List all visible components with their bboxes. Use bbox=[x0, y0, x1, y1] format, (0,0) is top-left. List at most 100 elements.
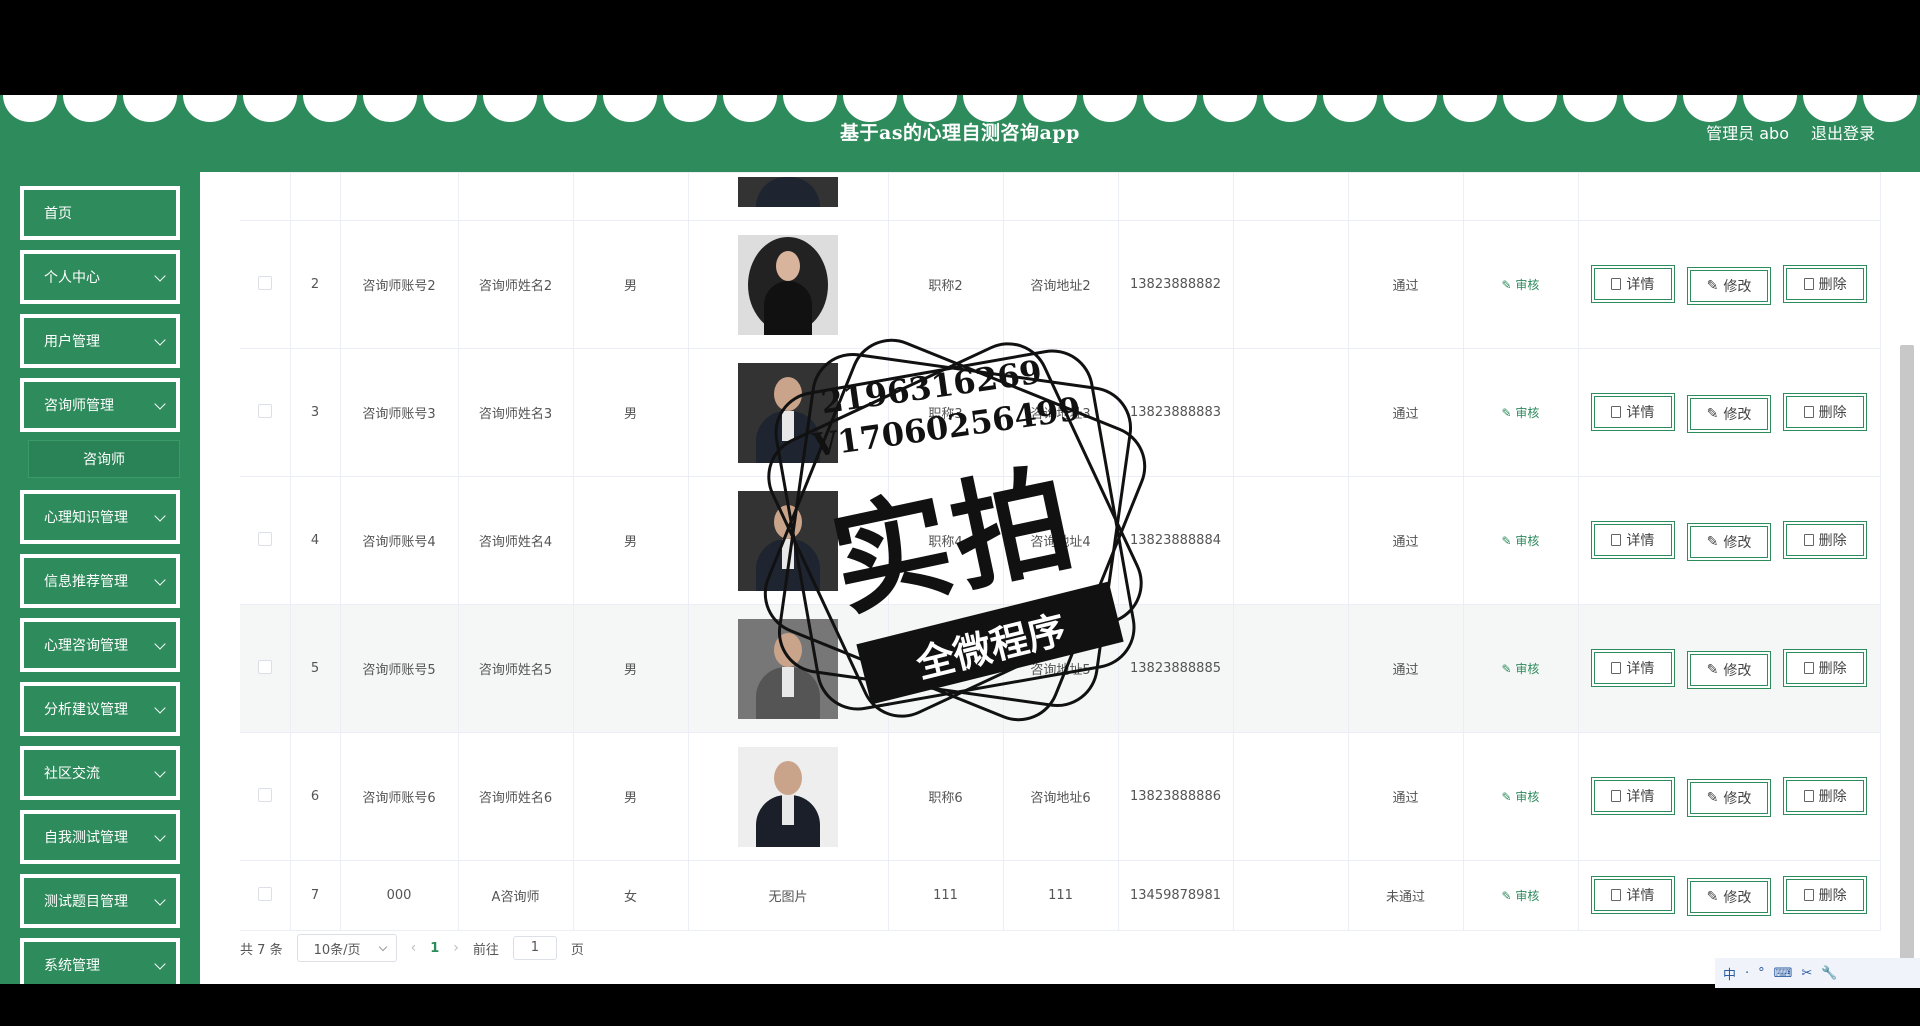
cell-gender: 男 bbox=[573, 604, 689, 733]
edit-button[interactable]: ✎ 修改 bbox=[1687, 266, 1771, 305]
next-page-button[interactable]: › bbox=[453, 940, 459, 956]
audit-link[interactable]: ✎ 审核 bbox=[1502, 534, 1540, 548]
logout-link[interactable]: 退出登录 bbox=[1811, 120, 1875, 144]
row-checkbox[interactable] bbox=[257, 659, 272, 674]
system-tray: 中 · ° ⌨ ✂ 🔧 bbox=[1715, 958, 1920, 988]
goto-page-input[interactable]: 1 bbox=[512, 936, 557, 960]
pagination: 共 7 条 10条/页 ‹ 1 › 前往 1 页 bbox=[240, 934, 584, 962]
sidebar-item-self-test-management[interactable]: 自我测试管理 bbox=[20, 810, 180, 864]
edit-button-label: 修改 bbox=[1723, 534, 1752, 551]
sidebar-item-label: 信息推荐管理 bbox=[44, 574, 128, 590]
audit-label: 审核 bbox=[1515, 889, 1540, 903]
audit-label: 审核 bbox=[1515, 790, 1540, 804]
sidebar-item-label: 首页 bbox=[44, 206, 72, 222]
sidebar-item-label: 测试题目管理 bbox=[44, 894, 128, 910]
delete-button[interactable]: 删除 bbox=[1783, 776, 1868, 815]
cell-address: 咨询地址6 bbox=[1003, 732, 1119, 861]
audit-link[interactable]: ✎ 审核 bbox=[1502, 406, 1540, 420]
sidebar-item-consult-management[interactable]: 心理咨询管理 bbox=[20, 618, 180, 672]
sidebar-item-analysis-management[interactable]: 分析建议管理 bbox=[20, 682, 180, 736]
edit-button[interactable]: ✎ 修改 bbox=[1687, 522, 1771, 561]
row-checkbox[interactable] bbox=[257, 531, 272, 546]
edit-button[interactable]: ✎ 修改 bbox=[1687, 394, 1771, 433]
edit-button[interactable]: ✎ 修改 bbox=[1687, 650, 1771, 689]
scissors-icon[interactable]: ✂ bbox=[1801, 966, 1812, 981]
delete-button[interactable]: 删除 bbox=[1783, 520, 1868, 559]
sidebar-item-personal-center[interactable]: 个人中心 bbox=[20, 250, 180, 304]
detail-button[interactable]: 详情 bbox=[1590, 520, 1675, 559]
edit-button[interactable]: ✎ 修改 bbox=[1687, 778, 1771, 817]
delete-button[interactable]: 删除 bbox=[1783, 648, 1868, 687]
edit-button-label: 修改 bbox=[1723, 278, 1752, 295]
delete-button[interactable]: 删除 bbox=[1783, 392, 1868, 431]
page-size-select[interactable]: 10条/页 bbox=[296, 934, 397, 962]
audit-label: 审核 bbox=[1515, 406, 1540, 420]
row-index: 7 bbox=[290, 860, 341, 931]
sidebar-item-user-management[interactable]: 用户管理 bbox=[20, 314, 180, 368]
trash-icon bbox=[1803, 277, 1814, 290]
cell-title: 职称6 bbox=[888, 732, 1004, 861]
detail-button[interactable]: 详情 bbox=[1590, 776, 1675, 815]
cell-phone: 13823888884 bbox=[1118, 476, 1234, 605]
edit-button[interactable]: ✎ 修改 bbox=[1687, 877, 1771, 916]
wrench-icon[interactable]: 🔧 bbox=[1821, 966, 1837, 981]
vertical-scrollbar[interactable] bbox=[1900, 345, 1914, 985]
prev-page-button[interactable]: ‹ bbox=[411, 940, 417, 956]
delete-button[interactable]: 删除 bbox=[1783, 875, 1868, 914]
document-icon bbox=[1611, 277, 1622, 290]
sidebar-item-label: 用户管理 bbox=[44, 334, 100, 350]
document-icon bbox=[1611, 533, 1622, 546]
degree-icon[interactable]: ° bbox=[1758, 966, 1765, 981]
edit-button-label: 修改 bbox=[1723, 790, 1752, 807]
audit-link[interactable]: ✎ 审核 bbox=[1502, 278, 1540, 292]
cell-name: A咨询师 bbox=[458, 860, 574, 931]
detail-button[interactable]: 详情 bbox=[1590, 264, 1675, 303]
detail-button-label: 详情 bbox=[1626, 887, 1655, 904]
delete-button-label: 删除 bbox=[1818, 532, 1847, 549]
document-icon bbox=[1611, 789, 1622, 802]
sidebar-item-recommend-management[interactable]: 信息推荐管理 bbox=[20, 554, 180, 608]
detail-button[interactable]: 详情 bbox=[1590, 875, 1675, 914]
sidebar-item-label: 社区交流 bbox=[44, 766, 100, 782]
chevron-down-icon bbox=[154, 270, 166, 282]
audit-link[interactable]: ✎ 审核 bbox=[1502, 889, 1540, 903]
delete-button-label: 删除 bbox=[1818, 660, 1847, 677]
sidebar-item-home[interactable]: 首页 bbox=[20, 186, 180, 240]
ime-icon[interactable]: 中 bbox=[1723, 964, 1736, 983]
detail-button[interactable]: 详情 bbox=[1590, 392, 1675, 431]
detail-button-label: 详情 bbox=[1626, 660, 1655, 677]
cell-gender: 男 bbox=[573, 732, 689, 861]
sidebar-subitem-counselor[interactable]: 咨询师 bbox=[28, 440, 180, 478]
cell-phone: 13823888885 bbox=[1118, 604, 1234, 733]
counselor-photo bbox=[738, 618, 838, 719]
chevron-down-icon bbox=[154, 574, 166, 586]
cell-status: 通过 bbox=[1348, 220, 1464, 349]
delete-button[interactable]: 删除 bbox=[1783, 264, 1868, 303]
cell-phone: 13459878981 bbox=[1118, 860, 1234, 931]
delete-button-label: 删除 bbox=[1818, 276, 1847, 293]
cell-title: 职称2 bbox=[888, 220, 1004, 349]
keyboard-icon[interactable]: ⌨ bbox=[1774, 966, 1793, 981]
sidebar-item-knowledge-management[interactable]: 心理知识管理 bbox=[20, 490, 180, 544]
sidebar-item-label: 自我测试管理 bbox=[44, 830, 128, 846]
row-checkbox[interactable] bbox=[257, 403, 272, 418]
cell-phone: 13823888883 bbox=[1118, 348, 1234, 477]
sidebar-item-question-management[interactable]: 测试题目管理 bbox=[20, 874, 180, 928]
sidebar-item-community[interactable]: 社区交流 bbox=[20, 746, 180, 800]
trash-icon bbox=[1803, 888, 1814, 901]
audit-link[interactable]: ✎ 审核 bbox=[1502, 790, 1540, 804]
punctuation-icon[interactable]: · bbox=[1745, 966, 1749, 981]
cell-status: 未通过 bbox=[1348, 860, 1464, 931]
sidebar-item-system-management[interactable]: 系统管理 bbox=[20, 938, 180, 984]
audit-link[interactable]: ✎ 审核 bbox=[1502, 662, 1540, 676]
row-checkbox[interactable] bbox=[257, 275, 272, 290]
sidebar-item-counselor-management[interactable]: 咨询师管理 bbox=[20, 378, 180, 432]
row-checkbox[interactable] bbox=[257, 886, 272, 901]
audit-label: 审核 bbox=[1515, 278, 1540, 292]
row-checkbox[interactable] bbox=[257, 787, 272, 802]
chevron-down-icon bbox=[154, 894, 166, 906]
audit-label: 审核 bbox=[1515, 662, 1540, 676]
page-number[interactable]: 1 bbox=[430, 941, 439, 956]
detail-button[interactable]: 详情 bbox=[1590, 648, 1675, 687]
user-area: 管理员 abo 退出登录 bbox=[1706, 120, 1875, 144]
